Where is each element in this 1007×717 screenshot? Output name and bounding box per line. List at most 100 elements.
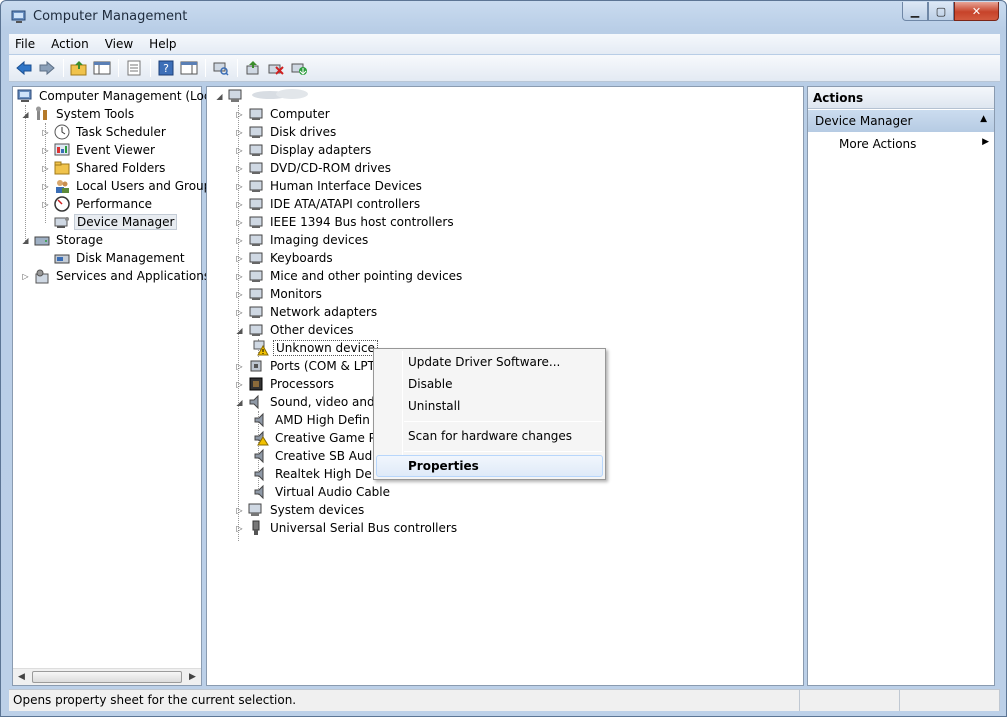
device-category-dvd-drives[interactable]: ▷ DVD/CD-ROM drives [235,159,393,177]
tree-item-disk-management[interactable]: Disk Management [54,249,187,267]
device-category-computer[interactable]: ▷ Computer [235,105,332,123]
expand-arrow-icon[interactable]: ▷ [41,200,50,209]
tree-item-task-scheduler[interactable]: ▷ Task Scheduler [41,123,168,141]
expand-arrow-icon[interactable]: ▷ [235,128,244,137]
expand-arrow-icon[interactable]: ▷ [235,164,244,173]
scrollbar-thumb[interactable] [32,671,182,683]
tree-item-storage[interactable]: ◢ Storage [21,231,105,249]
expand-arrow-icon[interactable]: ▷ [235,236,244,245]
device-category-monitors[interactable]: ▷ Monitors [235,285,324,303]
show-hide-tree-button[interactable] [91,57,113,79]
menu-file[interactable]: File [9,37,43,51]
maximize-button[interactable]: ▢ [928,2,954,21]
actions-section-label: Device Manager [815,114,913,128]
tree-item-local-users[interactable]: ▷ Local Users and Groups [41,177,220,195]
sound-device-item[interactable]: Creative SB Aud [253,447,374,465]
up-folder-button[interactable] [68,57,90,79]
expand-arrow-icon[interactable]: ▷ [21,272,30,281]
device-category-processors[interactable]: ▷ Processors [235,375,336,393]
menu-view[interactable]: View [97,37,141,51]
expand-arrow-icon[interactable]: ▷ [235,200,244,209]
forward-button[interactable] [36,57,58,79]
tree-item-performance[interactable]: ▷ Performance [41,195,154,213]
device-category-display-adapters[interactable]: ▷ Display adapters [235,141,373,159]
device-category-hid[interactable]: ▷ Human Interface Devices [235,177,424,195]
left-horizontal-scrollbar[interactable]: ◀ ▶ [13,668,201,685]
device-category-system[interactable]: ▷ System devices [235,501,366,519]
tree-item-system-tools[interactable]: ◢ System Tools [21,105,136,123]
expand-arrow-icon[interactable]: ▷ [235,110,244,119]
device-label-hid: Human Interface Devices [270,179,422,193]
back-button[interactable] [13,57,35,79]
device-category-imaging[interactable]: ▷ Imaging devices [235,231,370,249]
actions-section-device-manager[interactable]: Device Manager ▲ [808,110,994,132]
expand-arrow-icon[interactable]: ▷ [235,272,244,281]
export-list-button[interactable] [123,57,145,79]
scroll-left-icon[interactable]: ◀ [13,669,30,685]
device-category-usb[interactable]: ▷ Universal Serial Bus controllers [235,519,459,537]
sound-device-item[interactable]: Virtual Audio Cable [253,483,392,501]
expand-arrow-icon[interactable]: ▷ [235,218,244,227]
speaker-icon [253,448,269,464]
expand-arrow-icon[interactable]: ▷ [41,182,50,191]
scan-hardware-button[interactable] [210,57,232,79]
expand-arrow-icon[interactable]: ▷ [235,362,244,371]
expand-arrow-icon[interactable]: ▷ [235,524,244,533]
device-category-disk-drives[interactable]: ▷ Disk drives [235,123,338,141]
show-action-pane-button[interactable] [178,57,200,79]
menu-scan-hardware[interactable]: Scan for hardware changes [376,425,603,447]
collapse-arrow-icon[interactable]: ◢ [235,326,244,335]
tree-item-device-manager[interactable]: Device Manager [54,213,178,231]
tree-item-event-viewer[interactable]: ▷ Event Viewer [41,141,157,159]
close-button[interactable]: ✕ [954,2,999,21]
device-category-keyboards[interactable]: ▷ Keyboards [235,249,335,267]
expand-arrow-icon[interactable]: ▷ [235,290,244,299]
device-category-sound[interactable]: ◢ Sound, video and ga [235,393,395,411]
menu-action[interactable]: Action [43,37,97,51]
processor-icon [248,376,264,392]
sound-device-item[interactable]: Creative Game P [253,429,378,447]
help-button[interactable]: ? [155,57,177,79]
enable-device-button[interactable] [288,57,310,79]
expand-arrow-icon[interactable]: ▷ [235,254,244,263]
sound-device-label: Creative Game P [275,431,376,445]
device-item-unknown[interactable]: Unknown device [253,339,378,357]
more-actions-item[interactable]: More Actions ▶ [839,137,989,151]
expand-arrow-icon[interactable]: ▷ [41,164,50,173]
menu-help[interactable]: Help [141,37,184,51]
expand-arrow-icon[interactable]: ▷ [235,380,244,389]
expand-arrow-icon[interactable]: ▷ [235,308,244,317]
device-category-ide-ata[interactable]: ▷ IDE ATA/ATAPI controllers [235,195,422,213]
menu-uninstall[interactable]: Uninstall [376,395,603,417]
device-category-ieee-1394[interactable]: ▷ IEEE 1394 Bus host controllers [235,213,456,231]
device-category-ports[interactable]: ▷ Ports (COM & LPT) [235,357,382,375]
computer-icon [228,88,244,104]
expand-arrow-icon[interactable]: ▷ [235,506,244,515]
tree-item-services[interactable]: ▷ Services and Applications [21,267,212,285]
expand-arrow-icon[interactable]: ▷ [235,182,244,191]
expand-arrow-icon[interactable]: ▷ [41,128,50,137]
menu-disable[interactable]: Disable [376,373,603,395]
device-category-network-adapters[interactable]: ▷ Network adapters [235,303,379,321]
collapse-arrow-icon[interactable]: ◢ [21,110,30,119]
tree-item-shared-folders[interactable]: ▷ Shared Folders [41,159,167,177]
expand-arrow-icon[interactable]: ▷ [41,146,50,155]
update-driver-button[interactable] [242,57,264,79]
expand-arrow-icon[interactable]: ▷ [235,146,244,155]
collapse-arrow-icon[interactable]: ◢ [21,236,30,245]
uninstall-button[interactable] [265,57,287,79]
device-category-mice[interactable]: ▷ Mice and other pointing devices [235,267,464,285]
collapse-up-icon[interactable]: ▲ [980,114,987,128]
collapse-arrow-icon[interactable]: ◢ [235,398,244,407]
device-category-other-devices[interactable]: ◢ Other devices [235,321,356,339]
sound-device-item[interactable]: Realtek High De [253,465,374,483]
minimize-button[interactable]: ▁ [902,2,928,21]
scroll-right-icon[interactable]: ▶ [184,669,201,685]
menu-properties[interactable]: Properties [376,455,603,477]
context-menu: Update Driver Software... Disable Uninst… [373,348,606,480]
menu-update-driver[interactable]: Update Driver Software... [376,351,603,373]
device-tree-root[interactable]: ◢ [215,87,312,105]
collapse-arrow-icon[interactable]: ◢ [215,92,224,101]
tree-item-root[interactable]: Computer Management (Local [17,87,223,105]
sound-device-item[interactable]: AMD High Defin [253,411,372,429]
